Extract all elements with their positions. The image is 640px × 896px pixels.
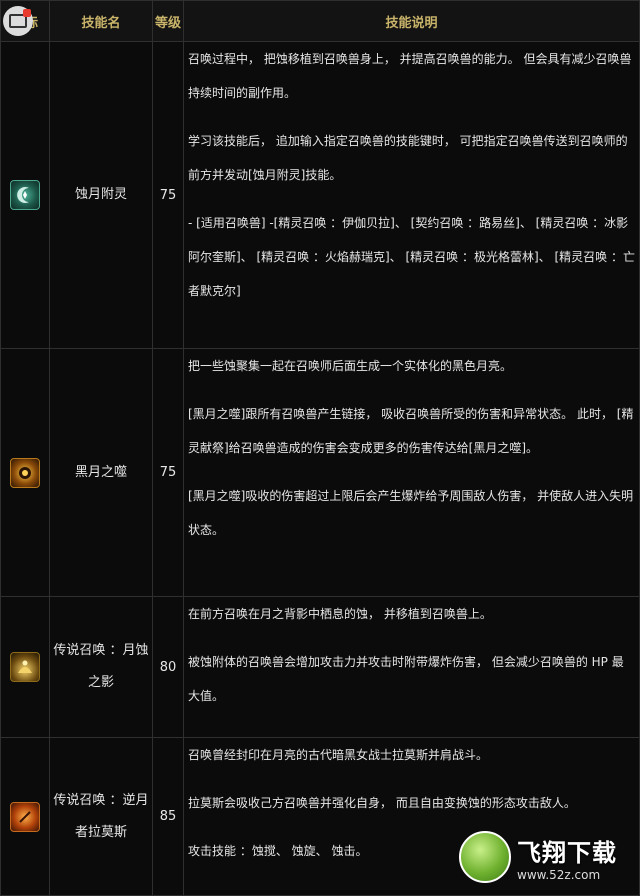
desc-paragraph: 学习该技能后， 追加输入指定召唤兽的技能键时， 可把指定召唤兽传送到召唤师的前方… xyxy=(188,134,628,182)
watermark-logo-icon xyxy=(459,831,511,883)
site-watermark: 飞翔下载 www.52z.com xyxy=(459,828,634,886)
desc-paragraph: 把一些蚀聚集一起在召唤师后面生成一个实体化的黑色月亮。 xyxy=(188,359,513,373)
desc-paragraph: 召唤曾经封印在月亮的古代暗黑女战士拉莫斯并肩战斗。 xyxy=(188,748,489,762)
table-header-row: 图标 技能名 等级 技能说明 xyxy=(0,0,640,42)
desc-paragraph: [黑月之噬]跟所有召唤兽产生链接， 吸收召唤兽所受的伤害和异常状态。 此时， [… xyxy=(188,407,634,455)
desc-paragraph: - [适用召唤兽] -[精灵召唤 ：伊伽贝拉]、 [契约召唤 ：路易丝]、 [精… xyxy=(188,216,635,298)
desc-paragraph: 拉莫斯会吸收己方召唤兽并强化自身， 而且自由变换蚀的形态攻击敌人。 xyxy=(188,796,576,810)
skill-name: 蚀月附灵 xyxy=(49,41,153,349)
eclipse-shadow-icon xyxy=(10,652,40,682)
skill-table: 图标 技能名 等级 技能说明 蚀月附灵 75 召唤过程中， 把蚀移植到召唤兽身上… xyxy=(0,0,640,896)
table-row: 蚀月附灵 75 召唤过程中， 把蚀移植到召唤兽身上， 并提高召唤兽的能力。 但会… xyxy=(0,41,640,349)
watermark-title: 飞翔下载 xyxy=(517,838,617,867)
skill-name: 黑月之噬 xyxy=(49,348,153,597)
col-level-header: 等级 xyxy=(152,0,184,42)
crescent-hexagram-icon xyxy=(10,180,40,210)
table-row: 传说召唤 ：月蚀之影 80 在前方召唤在月之背影中栖息的蚀， 并移植到召唤兽上。… xyxy=(0,596,640,738)
watermark-url: www.52z.com xyxy=(517,867,601,882)
skill-level: 85 xyxy=(152,737,184,896)
skill-table-page: 图标 技能名 等级 技能说明 蚀月附灵 75 召唤过程中， 把蚀移植到召唤兽身上… xyxy=(0,0,640,896)
table-row: 黑月之噬 75 把一些蚀聚集一起在召唤师后面生成一个实体化的黑色月亮。 [黑月之… xyxy=(0,348,640,597)
skill-level: 75 xyxy=(152,348,184,597)
desc-paragraph: [黑月之噬]吸收的伤害超过上限后会产生爆炸给予周围敌人伤害， 并使敌人进入失明状… xyxy=(188,489,634,537)
dark-moon-icon xyxy=(10,457,40,488)
col-name-header: 技能名 xyxy=(49,0,153,42)
skill-description: 把一些蚀聚集一起在召唤师后面生成一个实体化的黑色月亮。 [黑月之噬]跟所有召唤兽… xyxy=(183,348,640,597)
site-logo-icon xyxy=(3,6,33,36)
desc-paragraph: 被蚀附体的召唤兽会增加攻击力并攻击时附带爆炸伤害， 但会减少召唤兽的 HP 最大… xyxy=(188,655,624,703)
skill-level: 80 xyxy=(152,596,184,738)
skill-name: 传说召唤 ：月蚀之影 xyxy=(49,596,153,738)
desc-paragraph: 在前方召唤在月之背影中栖息的蚀， 并移植到召唤兽上。 xyxy=(188,607,492,621)
skill-name: 传说召唤 ：逆月者拉莫斯 xyxy=(49,737,153,896)
moon-warrior-icon xyxy=(10,801,40,832)
skill-description: 在前方召唤在月之背影中栖息的蚀， 并移植到召唤兽上。 被蚀附体的召唤兽会增加攻击… xyxy=(183,596,640,738)
skill-level: 75 xyxy=(152,41,184,349)
col-desc-header: 技能说明 xyxy=(183,0,640,42)
desc-paragraph: 召唤过程中， 把蚀移植到召唤兽身上， 并提高召唤兽的能力。 但会具有减少召唤兽持… xyxy=(188,52,632,100)
skill-description: 召唤过程中， 把蚀移植到召唤兽身上， 并提高召唤兽的能力。 但会具有减少召唤兽持… xyxy=(183,41,640,349)
